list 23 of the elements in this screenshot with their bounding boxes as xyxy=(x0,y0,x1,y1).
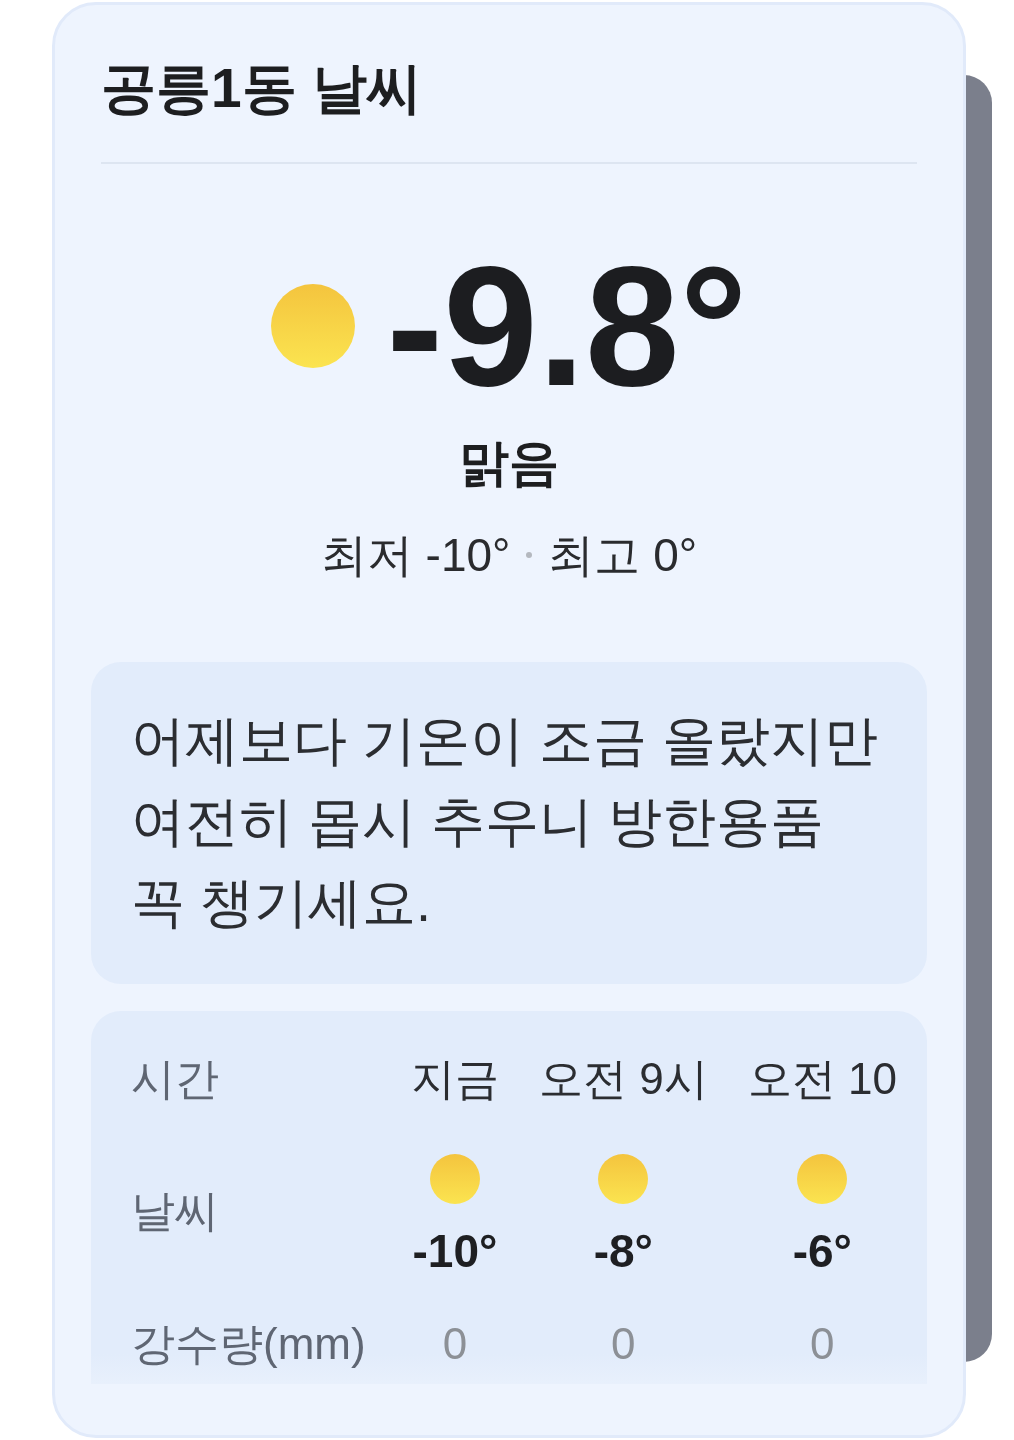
hour-temperature: -8° xyxy=(593,1224,653,1279)
card-title: 공릉1동 날씨 xyxy=(101,56,423,121)
row-label: 강수량(mm) xyxy=(131,1318,366,1370)
hour-precipitation: 0 xyxy=(611,1318,636,1370)
sun-icon xyxy=(598,1154,649,1204)
hour-precipitation: 0 xyxy=(810,1318,835,1370)
weather-message: 어제보다 기온이 조금 올랐지만 여전히 몹시 추우니 방한용품 꼭 챙기세요. xyxy=(131,709,879,934)
sun-icon xyxy=(430,1154,480,1204)
weather-condition: 맑음 xyxy=(458,434,560,493)
current-temperature: -9.8° xyxy=(386,241,748,411)
high-temperature: 최고 0° xyxy=(548,528,698,583)
hour-precipitation: 0 xyxy=(442,1318,468,1370)
sun-icon xyxy=(270,284,355,368)
hour-time: 지금 xyxy=(411,1053,499,1105)
hour-time: 오전 10 xyxy=(747,1053,897,1105)
separator-dot-icon xyxy=(526,552,533,558)
row-label: 시간 xyxy=(131,1053,219,1105)
hour-temperature: -6° xyxy=(792,1224,852,1279)
low-temperature: 최저 -10° xyxy=(320,528,511,583)
hour-time: 오전 9시 xyxy=(539,1053,708,1105)
sun-icon xyxy=(797,1154,848,1204)
row-label: 날씨 xyxy=(131,1185,219,1237)
hour-temperature: -10° xyxy=(412,1224,498,1279)
